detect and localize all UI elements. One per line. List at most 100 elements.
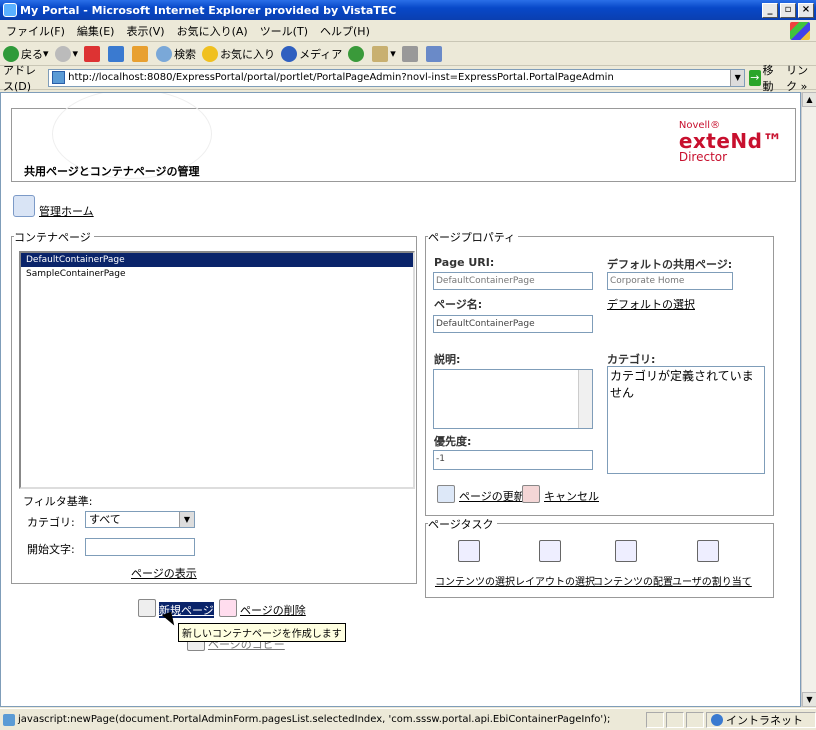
vertical-scrollbar[interactable]: ▲ ▼	[801, 92, 816, 707]
status-url: javascript:newPage(document.PortalAdminF…	[18, 714, 611, 725]
go-button[interactable]: → 移動	[749, 62, 778, 94]
edit-icon	[425, 45, 442, 62]
page-category-list[interactable]: カテゴリが定義されていません	[607, 366, 765, 474]
windows-logo-icon	[790, 22, 810, 40]
task-place-content[interactable]: コンテンツの配置	[593, 573, 673, 588]
menu-edit[interactable]: 編集(E)	[71, 23, 121, 39]
admin-home-icon[interactable]	[13, 195, 35, 217]
description-scrollbar[interactable]	[578, 370, 592, 428]
page-category-label: カテゴリ:	[607, 353, 656, 366]
refresh-button[interactable]	[108, 45, 126, 62]
mail-button[interactable]: ▾	[372, 45, 396, 62]
select-layout-icon[interactable]	[539, 540, 561, 562]
task-select-content[interactable]: コンテンツの選択	[435, 573, 515, 588]
stop-button[interactable]	[84, 45, 102, 62]
page-title: 共用ページとコンテナページの管理	[24, 165, 200, 178]
favorites-button[interactable]: お気に入り	[202, 45, 276, 62]
container-page-list[interactable]: DefaultContainerPage SampleContainerPage	[19, 251, 415, 489]
logo-extend-text: exteNd™	[678, 129, 783, 153]
select-default-link[interactable]: デフォルトの選択	[607, 296, 695, 312]
links-button[interactable]: リンク »	[786, 62, 816, 94]
zone-label: イントラネット	[726, 713, 803, 727]
update-page-link[interactable]: ページの更新	[459, 488, 525, 504]
menu-favorites[interactable]: お気に入り(A)	[171, 23, 254, 39]
list-item[interactable]: DefaultContainerPage	[21, 253, 413, 267]
task-assign-users[interactable]: ユーザの割り当て	[672, 573, 752, 588]
address-url: http://localhost:8080/ExpressPortal/port…	[68, 72, 614, 83]
start-char-label: 開始文字:	[27, 543, 75, 556]
scroll-up-icon[interactable]: ▲	[802, 92, 816, 107]
new-page-icon[interactable]	[138, 599, 156, 617]
menu-file[interactable]: ファイル(F)	[0, 23, 71, 39]
chevron-down-icon[interactable]: ▼	[179, 512, 194, 527]
maximize-button[interactable]: ▫	[780, 2, 796, 18]
filter-label: フィルタ基準:	[23, 495, 93, 508]
start-char-input[interactable]	[85, 538, 195, 556]
category-select[interactable]: すべて ▼	[85, 511, 195, 528]
list-item[interactable]: SampleContainerPage	[21, 267, 413, 281]
toolbar: 戻る ▾ ▾ 検索 お気に入り メディア ▾	[0, 42, 816, 66]
menu-view[interactable]: 表示(V)	[120, 23, 170, 39]
ie-icon	[3, 3, 17, 17]
status-cell	[686, 711, 704, 728]
status-cell	[666, 711, 684, 728]
assign-users-icon[interactable]	[697, 540, 719, 562]
task-select-layout[interactable]: レイアウトの選択	[515, 573, 595, 588]
go-arrow-icon: →	[749, 69, 761, 86]
back-button[interactable]: 戻る ▾	[3, 45, 49, 62]
favorites-label: お気に入り	[220, 47, 276, 61]
category-filter-label: カテゴリ:	[27, 516, 75, 529]
address-dropdown-icon[interactable]: ▼	[730, 69, 745, 86]
page-name-label: ページ名:	[434, 298, 483, 311]
media-button[interactable]: メディア	[281, 45, 342, 62]
search-button[interactable]: 検索	[156, 45, 197, 62]
intranet-zone: イントラネット	[706, 711, 816, 728]
delete-page-link[interactable]: ページの削除	[240, 602, 306, 618]
stop-icon	[84, 45, 101, 62]
history-icon	[348, 45, 365, 62]
window-title: My Portal - Microsoft Internet Explorer …	[20, 3, 397, 17]
forward-button[interactable]: ▾	[54, 45, 78, 62]
window-titlebar: My Portal - Microsoft Internet Explorer …	[0, 0, 816, 20]
page-name-input[interactable]: DefaultContainerPage	[433, 315, 593, 333]
search-label: 検索	[174, 47, 197, 61]
delete-page-icon[interactable]	[219, 599, 237, 617]
edit-button[interactable]	[425, 45, 444, 62]
media-icon	[281, 45, 298, 62]
address-input[interactable]: http://localhost:8080/ExpressPortal/port…	[48, 68, 746, 87]
page-tasks-legend: ページタスク	[428, 516, 497, 532]
portal-banner: 共用ページとコンテナページの管理 Novell® exteNd™ Directo…	[11, 93, 796, 182]
menu-tools[interactable]: ツール(T)	[254, 23, 314, 39]
address-bar: アドレス(D) http://localhost:8080/ExpressPor…	[0, 64, 816, 93]
cancel-icon[interactable]	[522, 485, 540, 503]
print-icon	[401, 45, 418, 62]
priority-input[interactable]: -1	[433, 450, 593, 470]
cancel-link[interactable]: キャンセル	[544, 488, 599, 504]
default-shared-field: Corporate Home	[607, 272, 733, 290]
select-content-icon[interactable]	[458, 540, 480, 562]
star-icon	[202, 45, 219, 62]
menu-help[interactable]: ヘルプ(H)	[314, 23, 376, 39]
default-shared-label: デフォルトの共用ページ:	[607, 258, 733, 271]
home-button[interactable]	[132, 45, 150, 62]
new-page-tooltip: 新しいコンテナページを作成します	[178, 623, 346, 642]
print-button[interactable]	[401, 45, 420, 62]
forward-arrow-icon	[54, 45, 71, 62]
show-pages-link[interactable]: ページの表示	[131, 565, 197, 581]
back-arrow-icon	[3, 45, 19, 62]
close-button[interactable]: ×	[798, 2, 814, 18]
scroll-down-icon[interactable]: ▼	[802, 692, 816, 707]
page-content: 共用ページとコンテナページの管理 Novell® exteNd™ Directo…	[0, 92, 801, 707]
search-icon	[156, 45, 173, 62]
description-textarea[interactable]	[433, 369, 593, 429]
history-button[interactable]	[348, 45, 366, 62]
minimize-button[interactable]: _	[762, 2, 778, 18]
category-select-value: すべて	[89, 513, 121, 526]
update-page-icon[interactable]	[437, 485, 455, 503]
place-content-icon[interactable]	[615, 540, 637, 562]
admin-home-link[interactable]: 管理ホーム	[39, 203, 94, 219]
category-empty-text: カテゴリが定義されていません	[610, 369, 754, 400]
home-icon	[132, 45, 149, 62]
priority-label: 優先度:	[434, 435, 472, 448]
novell-logo: Novell® exteNd™ Director	[678, 121, 783, 164]
